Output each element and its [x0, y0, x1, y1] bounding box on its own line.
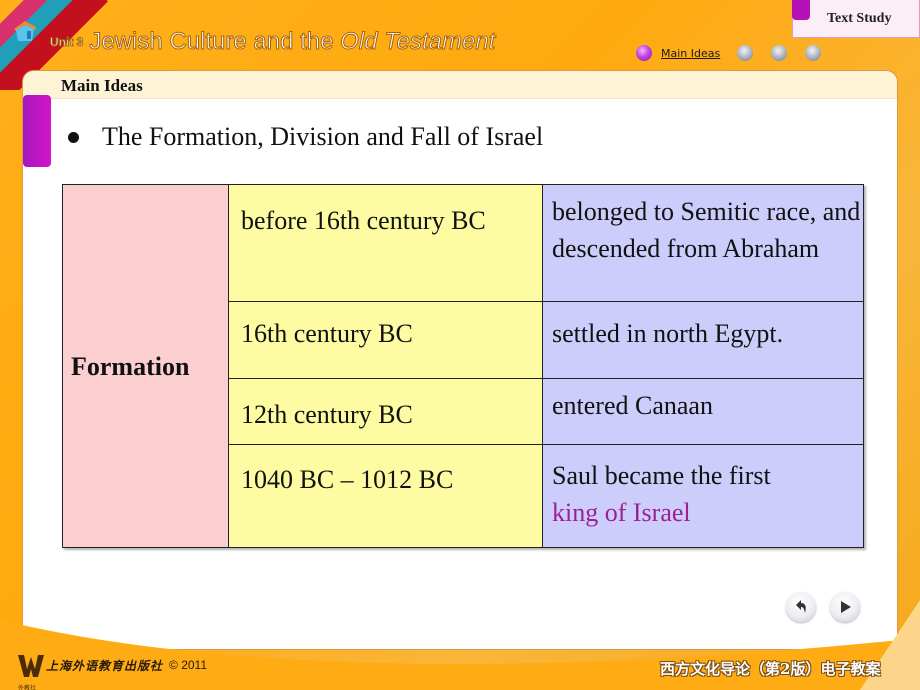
- section-nav: Main Ideas: [636, 44, 822, 62]
- play-next-icon: [841, 601, 851, 613]
- title-italic: Old Testament: [340, 28, 496, 56]
- formation-table: Formation before 16th century BC belonge…: [62, 184, 864, 548]
- date-cell: 12th century BC: [228, 378, 543, 445]
- tab-marker: [792, 0, 810, 20]
- unit-label: Unit 3: [49, 35, 84, 50]
- description-highlight: king of Israel: [552, 498, 691, 527]
- category-cell: Formation: [62, 184, 229, 548]
- section-dot-3-icon[interactable]: [771, 45, 788, 61]
- tab-text-study-label: Text Study: [827, 11, 892, 26]
- panel-title: Main Ideas: [61, 76, 143, 95]
- nav-link-main-ideas[interactable]: Main Ideas: [661, 47, 720, 60]
- description-cell: entered Canaan: [542, 378, 864, 445]
- next-button[interactable]: [830, 592, 860, 622]
- title-text: Jewish Culture and the: [89, 28, 341, 56]
- bullet-text: The Formation, Division and Fall of Isra…: [102, 122, 544, 151]
- publisher-logo: 外教社: [18, 655, 44, 690]
- side-marker: [23, 95, 51, 167]
- table-row: Formation before 16th century BC belonge…: [62, 184, 864, 548]
- bullet-item: The Formation, Division and Fall of Isra…: [68, 122, 543, 152]
- description-cell: Saul became the first king of Israel: [542, 444, 864, 548]
- return-button[interactable]: [786, 592, 816, 622]
- publisher-logo-caption: 外教社: [18, 685, 37, 690]
- return-arrow-icon: [796, 600, 806, 613]
- description-text: Saul became the first: [552, 461, 771, 490]
- bullet-icon: [68, 131, 79, 143]
- date-cell: 16th century BC: [228, 301, 543, 379]
- description-cell: belonged to Semitic race, and descended …: [542, 184, 864, 302]
- panel-header: Main Ideas: [23, 71, 897, 99]
- description-cell: settled in north Egypt.: [542, 301, 864, 379]
- section-dot-2-icon[interactable]: [737, 45, 754, 61]
- unit-title: Unit 3 Jewish Culture and the Old Testame…: [49, 28, 496, 56]
- publisher-info: 外教社 上海外语教育出版社 © 2011: [18, 655, 207, 690]
- date-cell: 1040 BC – 1012 BC: [228, 444, 543, 548]
- publisher-name: 上海外语教育出版社: [46, 659, 164, 673]
- tab-text-study[interactable]: Text Study: [792, 0, 920, 38]
- section-dot-main-ideas-icon[interactable]: [636, 45, 652, 61]
- date-cell: before 16th century BC: [228, 184, 543, 302]
- course-title: 西方文化导论（第2版）电子教案: [660, 660, 881, 678]
- section-dot-4-icon[interactable]: [805, 45, 822, 61]
- copyright: © 2011: [169, 658, 207, 672]
- home-icon[interactable]: [12, 18, 38, 44]
